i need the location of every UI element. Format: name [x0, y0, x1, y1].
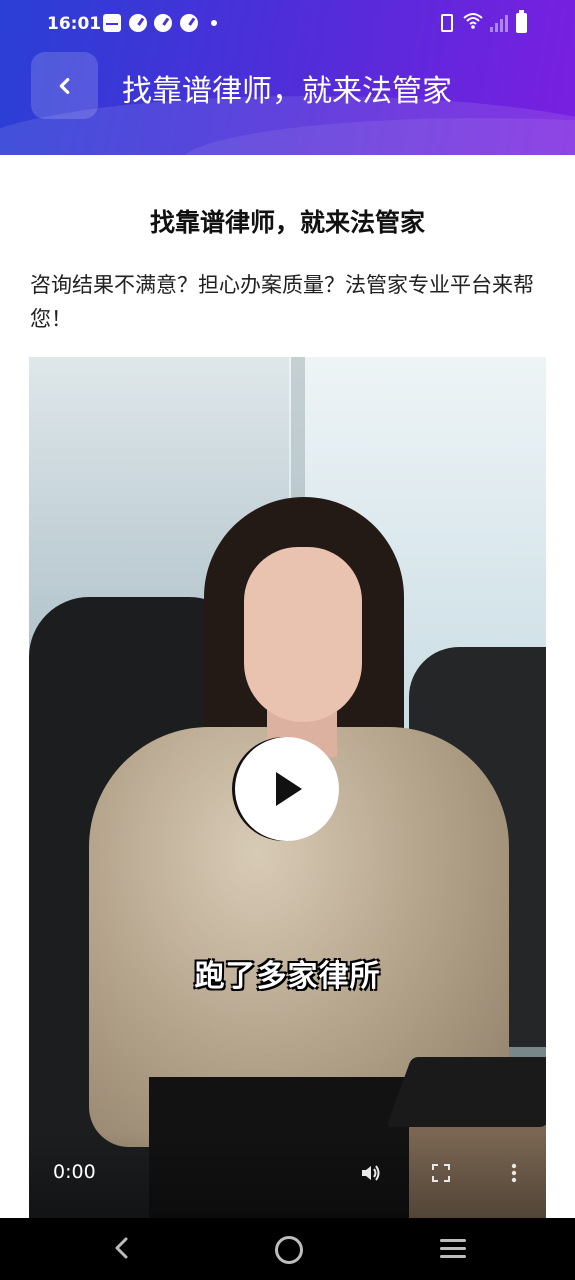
- video-player[interactable]: 跑了多家律所 0:00: [29, 357, 546, 1223]
- back-button[interactable]: [31, 52, 98, 119]
- chevron-left-icon: [59, 77, 69, 94]
- status-bar: 16:01: [0, 0, 575, 46]
- video-controls: 0:00: [29, 1133, 546, 1223]
- app-header: 16:01 找靠谱律师，就来法管家: [0, 0, 575, 155]
- header-title: 找靠谱律师，就来法管家: [122, 74, 452, 109]
- nav-home-icon[interactable]: [275, 1236, 303, 1264]
- nav-back-icon[interactable]: [110, 1236, 134, 1260]
- more-notifications-icon: [211, 20, 217, 26]
- vibrate-icon: [441, 14, 453, 32]
- more-options-icon[interactable]: [502, 1161, 526, 1185]
- status-time: 16:01: [47, 14, 102, 34]
- nav-recents-icon[interactable]: [440, 1239, 466, 1259]
- intro-text: 咨询结果不满意？担心办案质量？法管家专业平台来帮您！: [30, 273, 534, 331]
- video-frame-person: [244, 547, 362, 722]
- gauge-icon: [180, 14, 198, 32]
- video-current-time: 0:00: [53, 1161, 96, 1183]
- battery-icon: [516, 10, 527, 33]
- gauge-icon: [129, 14, 147, 32]
- volume-icon[interactable]: [359, 1161, 383, 1185]
- video-frame-keyboard: [386, 1057, 546, 1127]
- signal-icon: [490, 14, 508, 32]
- wifi-icon: [463, 12, 483, 35]
- system-navigation-bar: [0, 1218, 575, 1280]
- mail-icon: [103, 14, 121, 32]
- fullscreen-icon[interactable]: [429, 1161, 453, 1185]
- play-button[interactable]: [235, 737, 339, 841]
- page-title: 找靠谱律师，就来法管家: [149, 208, 425, 237]
- gauge-icon: [154, 14, 172, 32]
- video-subtitle: 跑了多家律所: [194, 959, 381, 994]
